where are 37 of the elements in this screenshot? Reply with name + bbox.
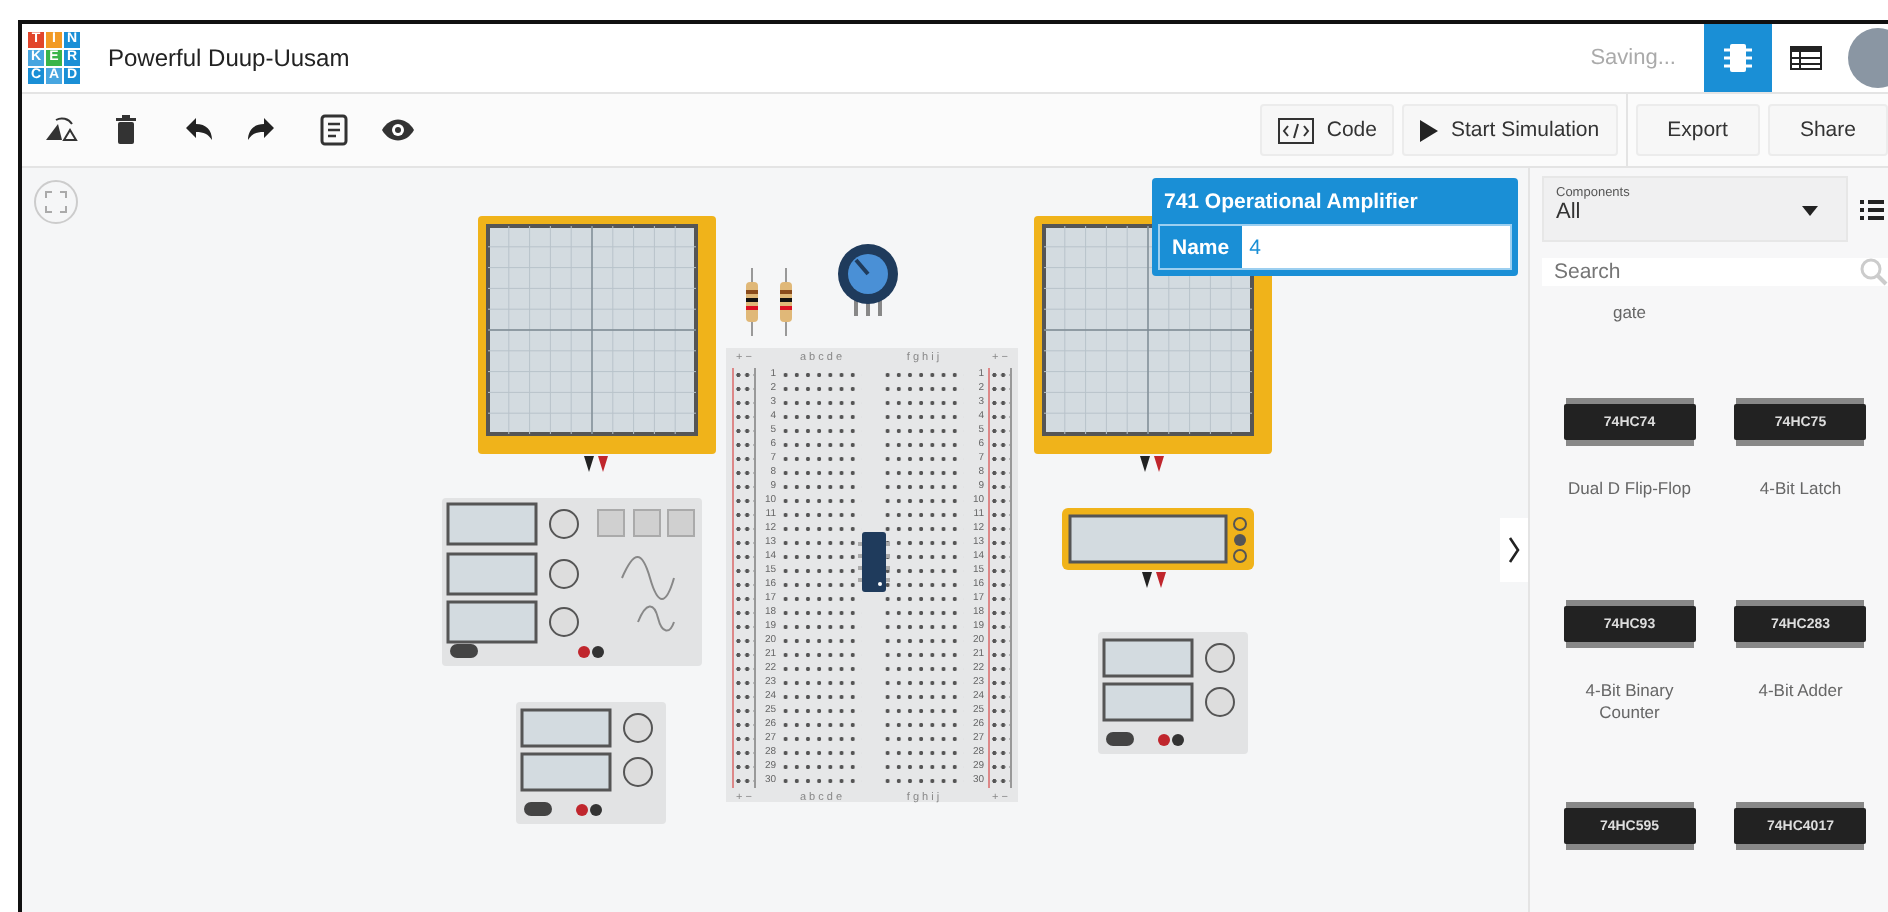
note-icon: [316, 114, 352, 146]
project-title[interactable]: Powerful Duup-Uusam: [108, 44, 350, 72]
part-name: 4-Bit Binary Counter: [1583, 680, 1676, 724]
breadboard[interactable]: [726, 348, 1018, 802]
code-icon: [1278, 117, 1315, 143]
name-field[interactable]: Name 4: [1158, 224, 1512, 270]
start-simulation-button[interactable]: Start Simulation: [1402, 104, 1618, 156]
save-status: Saving...: [1590, 46, 1676, 70]
fit-view-icon: [44, 190, 68, 214]
export-button[interactable]: Export: [1635, 104, 1760, 156]
play-icon: [1420, 119, 1439, 141]
search-field[interactable]: Search: [1542, 258, 1888, 286]
caret-icon: [1802, 206, 1819, 216]
part-name: 4-Bit Adder: [1756, 680, 1845, 702]
component-title: 741 Operational Amplifier: [1162, 188, 1420, 218]
eye-icon: [380, 114, 416, 146]
part-name: 4-Bit Latch: [1757, 478, 1844, 500]
function-generator-drawing[interactable]: [442, 498, 702, 666]
oscilloscope-drawing[interactable]: [478, 216, 716, 472]
search-icon: [1860, 258, 1888, 286]
chevron-right-icon: [1508, 536, 1520, 564]
search-input[interactable]: Search: [1554, 260, 1852, 284]
potentiometer-drawing[interactable]: [836, 244, 900, 316]
code-button[interactable]: Code: [1260, 104, 1395, 156]
panel-toggle-button[interactable]: [1500, 518, 1528, 582]
chip-icon: [1724, 42, 1752, 74]
share-button[interactable]: Share: [1767, 104, 1888, 156]
list-icon: [1860, 199, 1885, 219]
list-view-button[interactable]: [1860, 195, 1888, 223]
power-supply-drawing[interactable]: [1098, 632, 1248, 754]
part-name: gate: [1610, 302, 1649, 324]
power-supply-drawing[interactable]: [516, 702, 666, 824]
flip-icon: [44, 114, 80, 146]
table-icon: [1790, 46, 1822, 70]
part-name: Dual D Flip-Flop: [1566, 478, 1693, 500]
op-amp-chip-drawing[interactable]: [858, 532, 890, 592]
multimeter-drawing[interactable]: [1062, 508, 1254, 588]
